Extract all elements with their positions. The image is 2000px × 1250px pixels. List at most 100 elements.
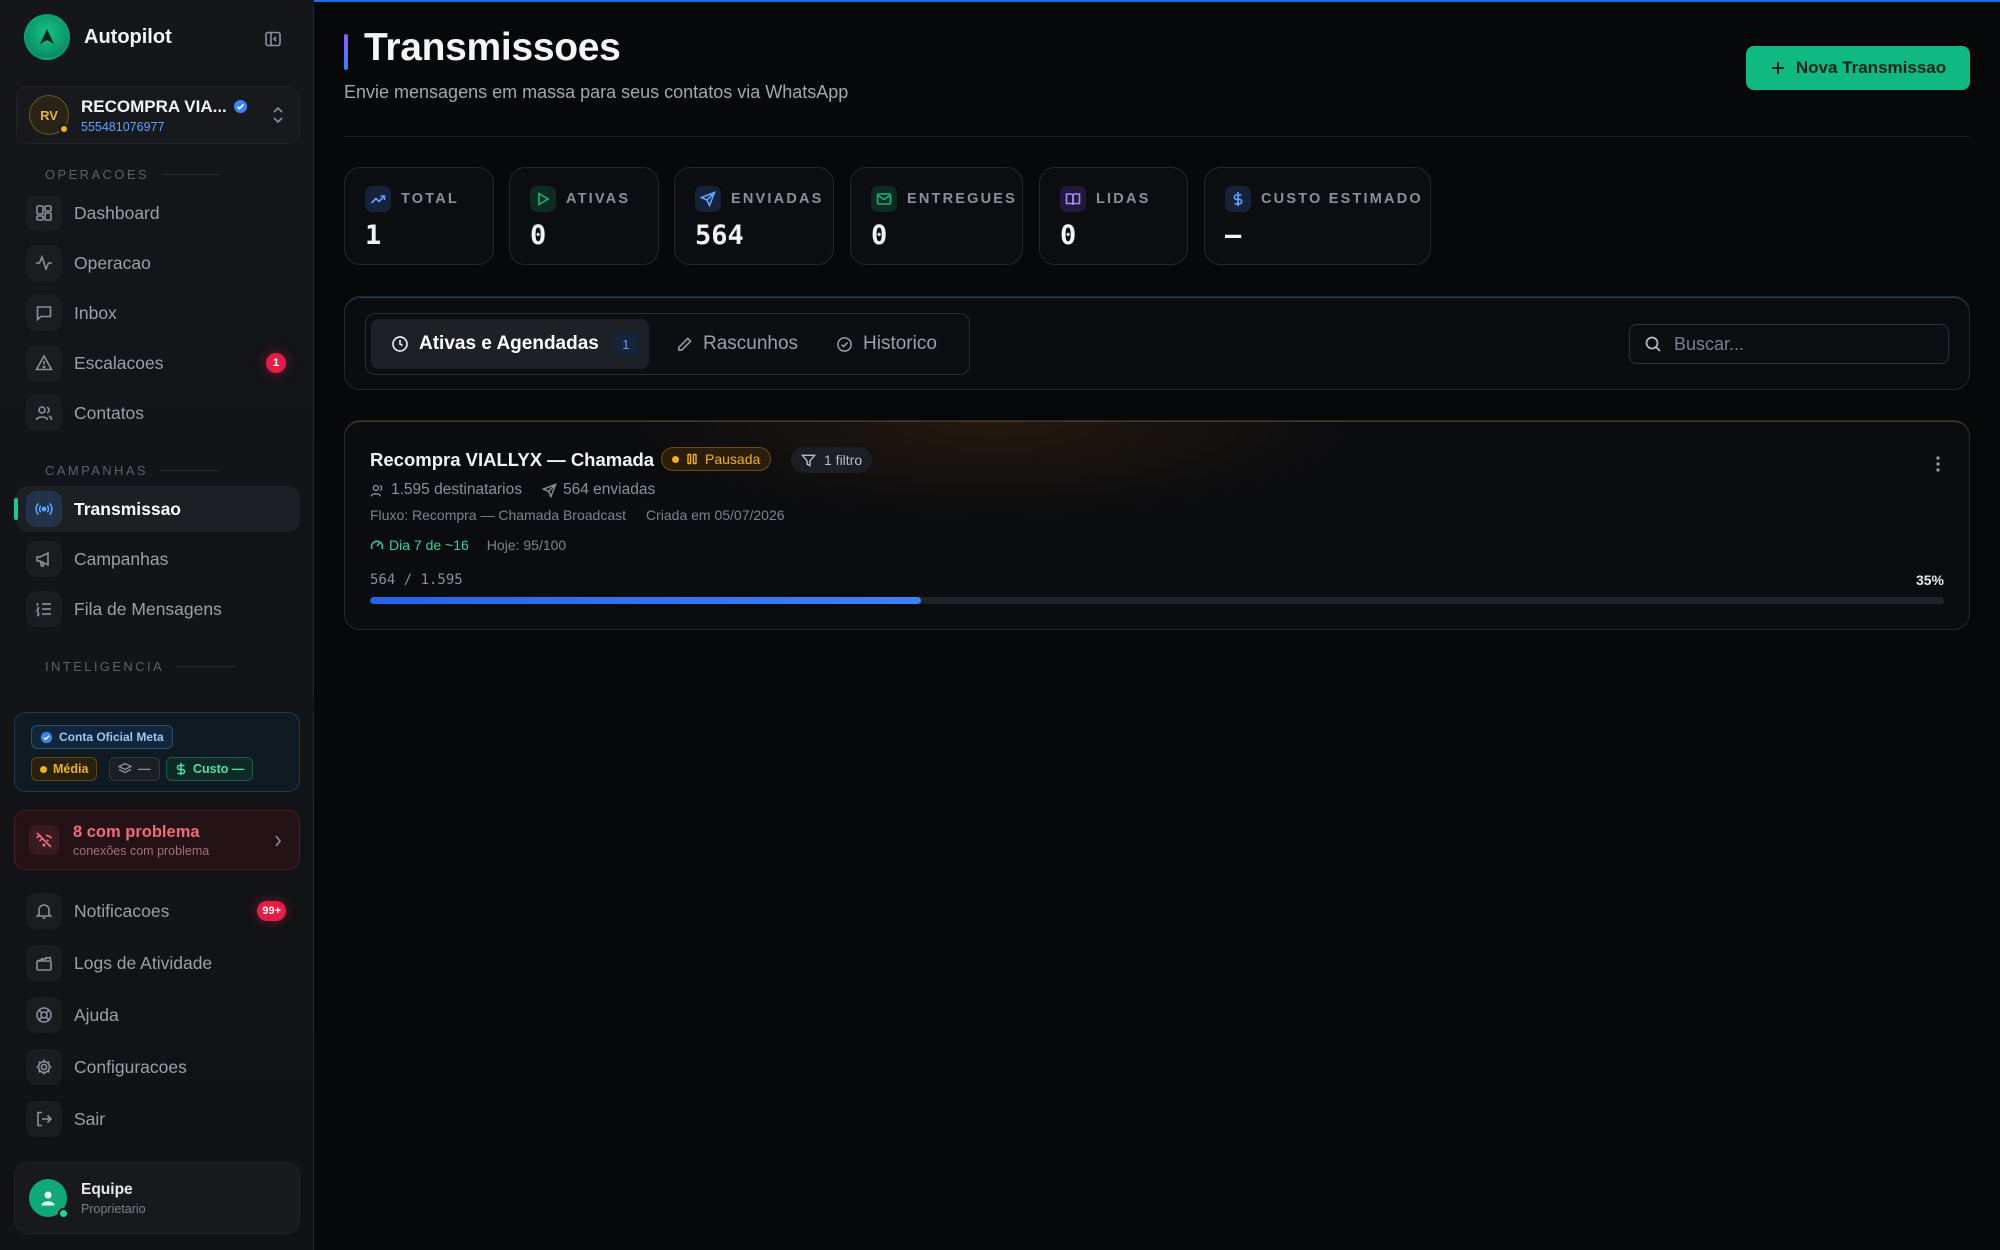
meta-official-badge: Conta Oficial Meta bbox=[31, 725, 173, 749]
sidebar-item-ajuda[interactable]: Ajuda bbox=[16, 992, 300, 1038]
section-operacoes: OPERACOES bbox=[45, 167, 221, 182]
sidebar-item-inbox[interactable]: Inbox bbox=[16, 290, 300, 336]
log-out-icon bbox=[26, 1101, 62, 1137]
sidebar-item-escalacoes[interactable]: Escalacoes 1 bbox=[16, 340, 300, 386]
flow-name: Fluxo: Recompra — Chamada Broadcast bbox=[370, 507, 626, 523]
sidebar-item-contatos[interactable]: Contatos bbox=[16, 390, 300, 436]
stat-custo-estimado: CUSTO ESTIMADO — bbox=[1204, 167, 1431, 265]
account-name: RECOMPRA VIA... bbox=[81, 96, 227, 116]
title-accent bbox=[344, 34, 348, 70]
sidebar-item-configuracoes[interactable]: Configuracoes bbox=[16, 1044, 300, 1090]
sidebar-item-dashboard[interactable]: Dashboard bbox=[16, 190, 300, 236]
broadcast-card[interactable]: Recompra VIALLYX — Chamada Pausada 1 fil… bbox=[344, 420, 1970, 630]
users-icon bbox=[370, 484, 383, 497]
users-icon bbox=[26, 395, 62, 431]
account-avatar: RV bbox=[29, 95, 69, 135]
dashboard-icon bbox=[26, 195, 62, 231]
pencil-icon bbox=[678, 336, 692, 351]
send-icon bbox=[695, 186, 721, 212]
play-icon bbox=[530, 186, 556, 212]
brand[interactable]: Autopilot bbox=[24, 14, 172, 60]
message-square-icon bbox=[26, 295, 62, 331]
stat-ativas: ATIVAS 0 bbox=[509, 167, 659, 265]
search-icon bbox=[1645, 336, 1661, 352]
stat-lidas: LIDAS 0 bbox=[1039, 167, 1188, 265]
online-status-dot bbox=[58, 1208, 69, 1219]
sidebar-item-sair[interactable]: Sair bbox=[16, 1096, 300, 1142]
pause-icon bbox=[687, 453, 697, 465]
alert-triangle-icon bbox=[26, 345, 62, 381]
section-campanhas: CAMPANHAS bbox=[45, 463, 220, 478]
created-date: Criada em 05/07/2026 bbox=[646, 507, 785, 523]
filter-badge[interactable]: 1 filtro bbox=[791, 447, 873, 473]
stat-entregues: ENTREGUES 0 bbox=[850, 167, 1023, 265]
quality-chip: Média bbox=[31, 757, 98, 781]
page-subtitle: Envie mensagens em massa para seus conta… bbox=[344, 82, 849, 102]
chevron-right-icon bbox=[273, 833, 283, 854]
sidebar-item-logs[interactable]: Logs de Atividade bbox=[16, 940, 300, 986]
escalacoes-badge: 1 bbox=[266, 353, 286, 373]
autopilot-logo-icon bbox=[24, 14, 70, 60]
connection-problems-alert[interactable]: 8 com problema conexões com problema bbox=[14, 810, 300, 870]
gear-icon bbox=[26, 1049, 62, 1085]
tab-ativas-agendadas[interactable]: Ativas e Agendadas 1 bbox=[371, 319, 649, 369]
check-circle-icon bbox=[837, 336, 852, 352]
verified-badge-icon bbox=[233, 99, 247, 114]
search-input[interactable] bbox=[1674, 333, 1924, 355]
trending-up-icon bbox=[365, 186, 391, 212]
today-quota: Hoje: 95/100 bbox=[486, 537, 567, 553]
day-progress: Dia 7 de ~16 bbox=[370, 537, 469, 553]
new-broadcast-button[interactable]: Nova Transmissao bbox=[1746, 46, 1970, 90]
progress-text: 564 / 1.595 bbox=[370, 572, 463, 588]
clapperboard-icon bbox=[26, 945, 62, 981]
page-title: Transmissoes bbox=[364, 26, 621, 69]
stat-total: TOTAL 1 bbox=[344, 167, 494, 265]
sidebar-item-fila[interactable]: Fila de Mensagens bbox=[16, 586, 300, 632]
account-status-dot bbox=[59, 124, 69, 134]
tabs: Ativas e Agendadas 1 Rascunhos Historico bbox=[365, 313, 970, 375]
recipients-count: 1.595 destinatarios bbox=[370, 481, 522, 499]
bell-icon bbox=[26, 893, 62, 929]
progress-bar bbox=[370, 597, 1944, 604]
life-buoy-icon bbox=[26, 997, 62, 1033]
more-vertical-icon[interactable] bbox=[1935, 455, 1941, 478]
cost-chip: Custo — bbox=[166, 757, 254, 781]
collapse-sidebar-icon[interactable] bbox=[262, 28, 284, 50]
broadcast-title: Recompra VIALLYX — Chamada bbox=[370, 449, 655, 470]
layers-icon bbox=[118, 762, 132, 774]
progress-percent: 35% bbox=[1915, 572, 1944, 588]
list-ordered-icon bbox=[26, 591, 62, 627]
tab-count-badge: 1 bbox=[612, 332, 639, 356]
tab-rascunhos[interactable]: Rascunhos bbox=[666, 319, 806, 369]
chevrons-up-down-icon bbox=[271, 105, 285, 130]
tab-historico[interactable]: Historico bbox=[826, 319, 961, 369]
user-profile[interactable]: Equipe Proprietario bbox=[14, 1162, 300, 1234]
radio-broadcast-icon bbox=[26, 491, 62, 527]
send-icon bbox=[541, 482, 557, 498]
active-indicator bbox=[14, 498, 18, 520]
status-badge: Pausada bbox=[661, 447, 772, 471]
mail-check-icon bbox=[871, 186, 897, 212]
megaphone-icon bbox=[26, 541, 62, 577]
account-switcher[interactable]: RV RECOMPRA VIA... 555481076977 bbox=[16, 86, 300, 144]
dollar-icon bbox=[1225, 186, 1251, 212]
sidebar-item-notificacoes[interactable]: Notificacoes 99+ bbox=[16, 888, 300, 934]
main-content: Transmissoes Envie mensagens em massa pa… bbox=[314, 0, 2000, 1250]
section-inteligencia: INTELIGENCIA bbox=[45, 659, 236, 674]
notificacoes-badge: 99+ bbox=[257, 901, 286, 921]
verified-badge-icon bbox=[40, 731, 53, 743]
book-open-icon bbox=[1060, 186, 1086, 212]
filter-panel: Ativas e Agendadas 1 Rascunhos Historico bbox=[344, 296, 1970, 390]
gauge-icon bbox=[370, 540, 384, 550]
sidebar-item-operacao[interactable]: Operacao bbox=[16, 240, 300, 286]
sidebar: Autopilot RV RECOMPRA VIA... 55548107697… bbox=[0, 0, 314, 1250]
sidebar-item-transmissao[interactable]: Transmissao bbox=[14, 486, 300, 532]
sent-count: 564 enviadas bbox=[541, 481, 655, 499]
tier-chip: — bbox=[109, 757, 160, 781]
clock-icon bbox=[392, 336, 408, 352]
dollar-icon bbox=[176, 763, 186, 775]
search-box bbox=[1629, 324, 1949, 364]
sidebar-item-campanhas[interactable]: Campanhas bbox=[16, 536, 300, 582]
stat-enviadas: ENVIADAS 564 bbox=[674, 167, 834, 265]
progress-bar-fill bbox=[370, 597, 921, 604]
